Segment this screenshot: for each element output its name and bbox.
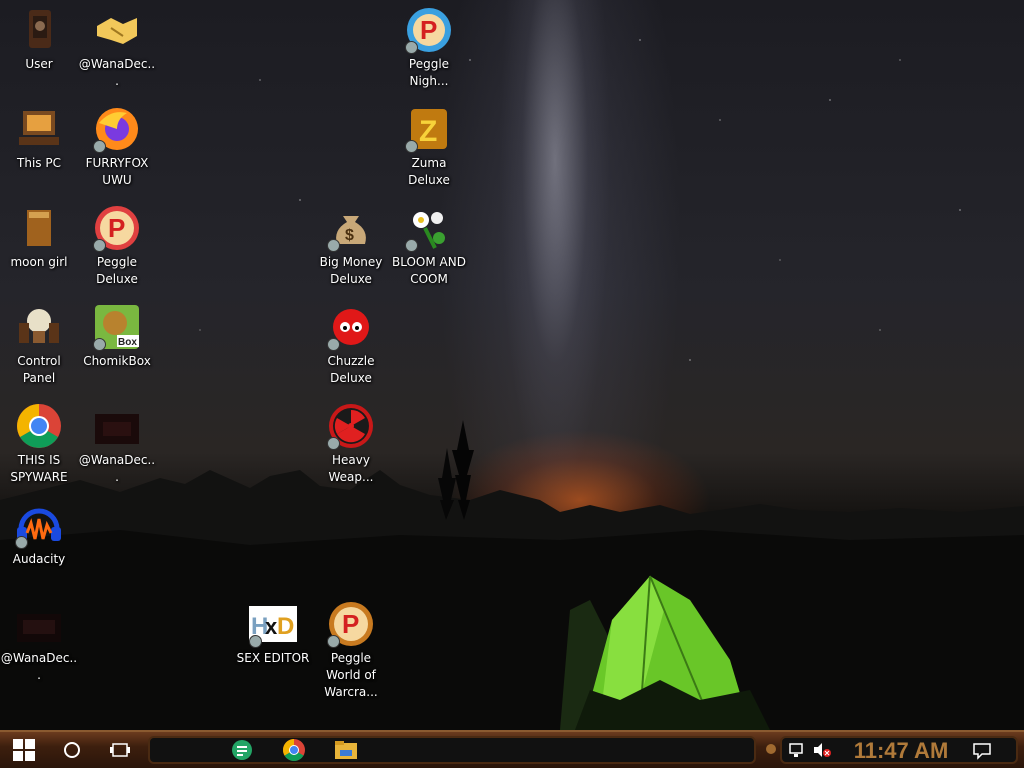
shortcut-arrow-icon: [405, 239, 418, 252]
svg-text:P: P: [342, 609, 359, 639]
desktop-icon-label: Peggle World of Warcra...: [324, 651, 378, 699]
google-sheets-icon: [232, 740, 252, 760]
radiation-icon: [327, 402, 375, 450]
chrome-icon: [283, 739, 305, 761]
shortcut-arrow-icon: [327, 239, 340, 252]
taskbar-app-chrome[interactable]: [272, 734, 316, 766]
network-icon[interactable]: [788, 742, 806, 758]
firefox-icon: [93, 105, 141, 153]
desktop-icon-label: Audacity: [12, 552, 66, 566]
shortcut-arrow-icon: [405, 41, 418, 54]
desktop-icon-peggle-deluxe[interactable]: P Peggle Deluxe: [78, 204, 156, 288]
lightbulb-icon: [15, 303, 63, 351]
start-button[interactable]: [2, 734, 46, 766]
task-view-icon: [110, 743, 130, 757]
desktop-icon-control-panel[interactable]: Control Panel: [0, 303, 78, 387]
desktop-icon-this-pc[interactable]: This PC: [0, 105, 78, 172]
zuma-icon: Z: [405, 105, 453, 153]
shortcut-arrow-icon: [327, 338, 340, 351]
desktop-icon-sex-editor[interactable]: HxD SEX EDITOR: [234, 600, 312, 667]
desktop-icon-label: BLOOM AND COOM: [392, 255, 466, 286]
computer-icon: [15, 105, 63, 153]
chrome-icon: [15, 402, 63, 450]
desktop-icon-this-is-spyware[interactable]: THIS IS SPYWARE: [0, 402, 78, 486]
svg-text:P: P: [420, 15, 437, 45]
user-folder-icon: [15, 6, 63, 54]
desktop-icon-label: ChomikBox: [83, 354, 151, 368]
task-view-button[interactable]: [98, 734, 142, 766]
desktop-icon-furryfox[interactable]: FURRYFOX UWU: [78, 105, 156, 189]
flower-icon: [405, 204, 453, 252]
shortcut-arrow-icon: [327, 437, 340, 450]
desktop-icon-label: SEX EDITOR: [236, 651, 310, 665]
taskbar-clock[interactable]: 11:47 AM: [846, 737, 956, 765]
taskbar-app-file-explorer[interactable]: [324, 734, 368, 766]
desktop-icon-moon-girl[interactable]: moon girl: [0, 204, 78, 271]
desktop-icon-label: FURRYFOX UWU: [85, 156, 149, 187]
taskbar-apps-panel: [148, 736, 756, 764]
thumbnail-icon: [15, 600, 63, 648]
desktop-icon-label: Zuma Deluxe: [408, 156, 450, 187]
desktop-icon-label: Peggle Nigh...: [408, 57, 450, 88]
shortcut-arrow-icon: [15, 536, 28, 549]
desktop-icon-label: This PC: [17, 156, 61, 170]
desktop-icon-wanadec-1[interactable]: @WanaDec...: [78, 6, 156, 90]
handshake-icon: [93, 6, 141, 54]
shortcut-arrow-icon: [405, 140, 418, 153]
desktop-icon-zuma-deluxe[interactable]: Z Zuma Deluxe: [390, 105, 468, 189]
search-button[interactable]: [50, 734, 94, 766]
desktop-icon-user[interactable]: User: [0, 6, 78, 73]
svg-text:D: D: [277, 613, 294, 640]
peggle-logo-icon: P: [93, 204, 141, 252]
chuzzle-icon: [327, 303, 375, 351]
desktop-icon-label: Chuzzle Deluxe: [327, 354, 375, 385]
desktop-icon-bloom-and-coom[interactable]: BLOOM AND COOM: [390, 204, 468, 288]
hxd-editor-icon: HxD: [249, 600, 297, 648]
volume-muted-icon[interactable]: [812, 742, 832, 758]
desktop-icon-big-money[interactable]: $ Big Money Deluxe: [312, 204, 390, 288]
notifications-icon[interactable]: [972, 742, 992, 760]
desktop-icon-label: @WanaDec...: [78, 453, 156, 484]
taskbar-app-google-sheets[interactable]: [220, 734, 264, 766]
desktop-icon-heavy-weapon[interactable]: Heavy Weap...: [312, 402, 390, 486]
file-explorer-icon: [335, 741, 357, 759]
desktop-icon-peggle-nights[interactable]: P Peggle Nigh...: [390, 6, 468, 90]
svg-text:P: P: [108, 213, 125, 243]
peggle-logo-icon: P: [327, 600, 375, 648]
shortcut-arrow-icon: [93, 140, 106, 153]
tray-overflow-icon[interactable]: [766, 744, 776, 754]
shortcut-arrow-icon: [93, 239, 106, 252]
shortcut-arrow-icon: [93, 338, 106, 351]
desktop-icon-peggle-wow[interactable]: P Peggle World of Warcra...: [312, 600, 390, 701]
svg-text:$: $: [345, 227, 354, 244]
chomikbox-icon: Box: [93, 303, 141, 351]
thumbnail-icon: [93, 402, 141, 450]
desktop-icon-label: Peggle Deluxe: [96, 255, 138, 286]
svg-text:Box: Box: [118, 337, 137, 348]
desktop-icon-audacity[interactable]: Audacity: [0, 501, 78, 568]
desktop-icon-label: @WanaDec...: [78, 57, 156, 88]
desktop-icon-label: Control Panel: [17, 354, 61, 385]
desktop-icon-label: @WanaDec...: [0, 651, 78, 682]
peggle-logo-icon: P: [405, 6, 453, 54]
cortana-circle-icon: [64, 742, 80, 758]
money-bag-icon: $: [327, 204, 375, 252]
windows-logo-icon: [13, 739, 35, 761]
desktop-icon-label: THIS IS SPYWARE: [10, 453, 68, 484]
folder-icon: [15, 204, 63, 252]
audacity-icon: [15, 501, 63, 549]
desktop-icon-chuzzle-deluxe[interactable]: Chuzzle Deluxe: [312, 303, 390, 387]
svg-text:Z: Z: [419, 115, 437, 148]
desktop-icon-label: Heavy Weap...: [328, 453, 374, 484]
desktop-icon-label: Big Money Deluxe: [319, 255, 383, 286]
desktop-icon-wanadec-2[interactable]: @WanaDec...: [78, 402, 156, 486]
desktop-icon-label: moon girl: [10, 255, 68, 269]
desktop-icon-chomikbox[interactable]: Box ChomikBox: [78, 303, 156, 370]
desktop-icon-label: User: [25, 57, 53, 71]
taskbar: 11:47 AM: [0, 730, 1024, 768]
shortcut-arrow-icon: [327, 635, 340, 648]
shortcut-arrow-icon: [249, 635, 262, 648]
desktop[interactable]: User @WanaDec... P Peggle Nigh... This P…: [0, 0, 1024, 730]
desktop-icon-wanadec-3[interactable]: @WanaDec...: [0, 600, 78, 684]
